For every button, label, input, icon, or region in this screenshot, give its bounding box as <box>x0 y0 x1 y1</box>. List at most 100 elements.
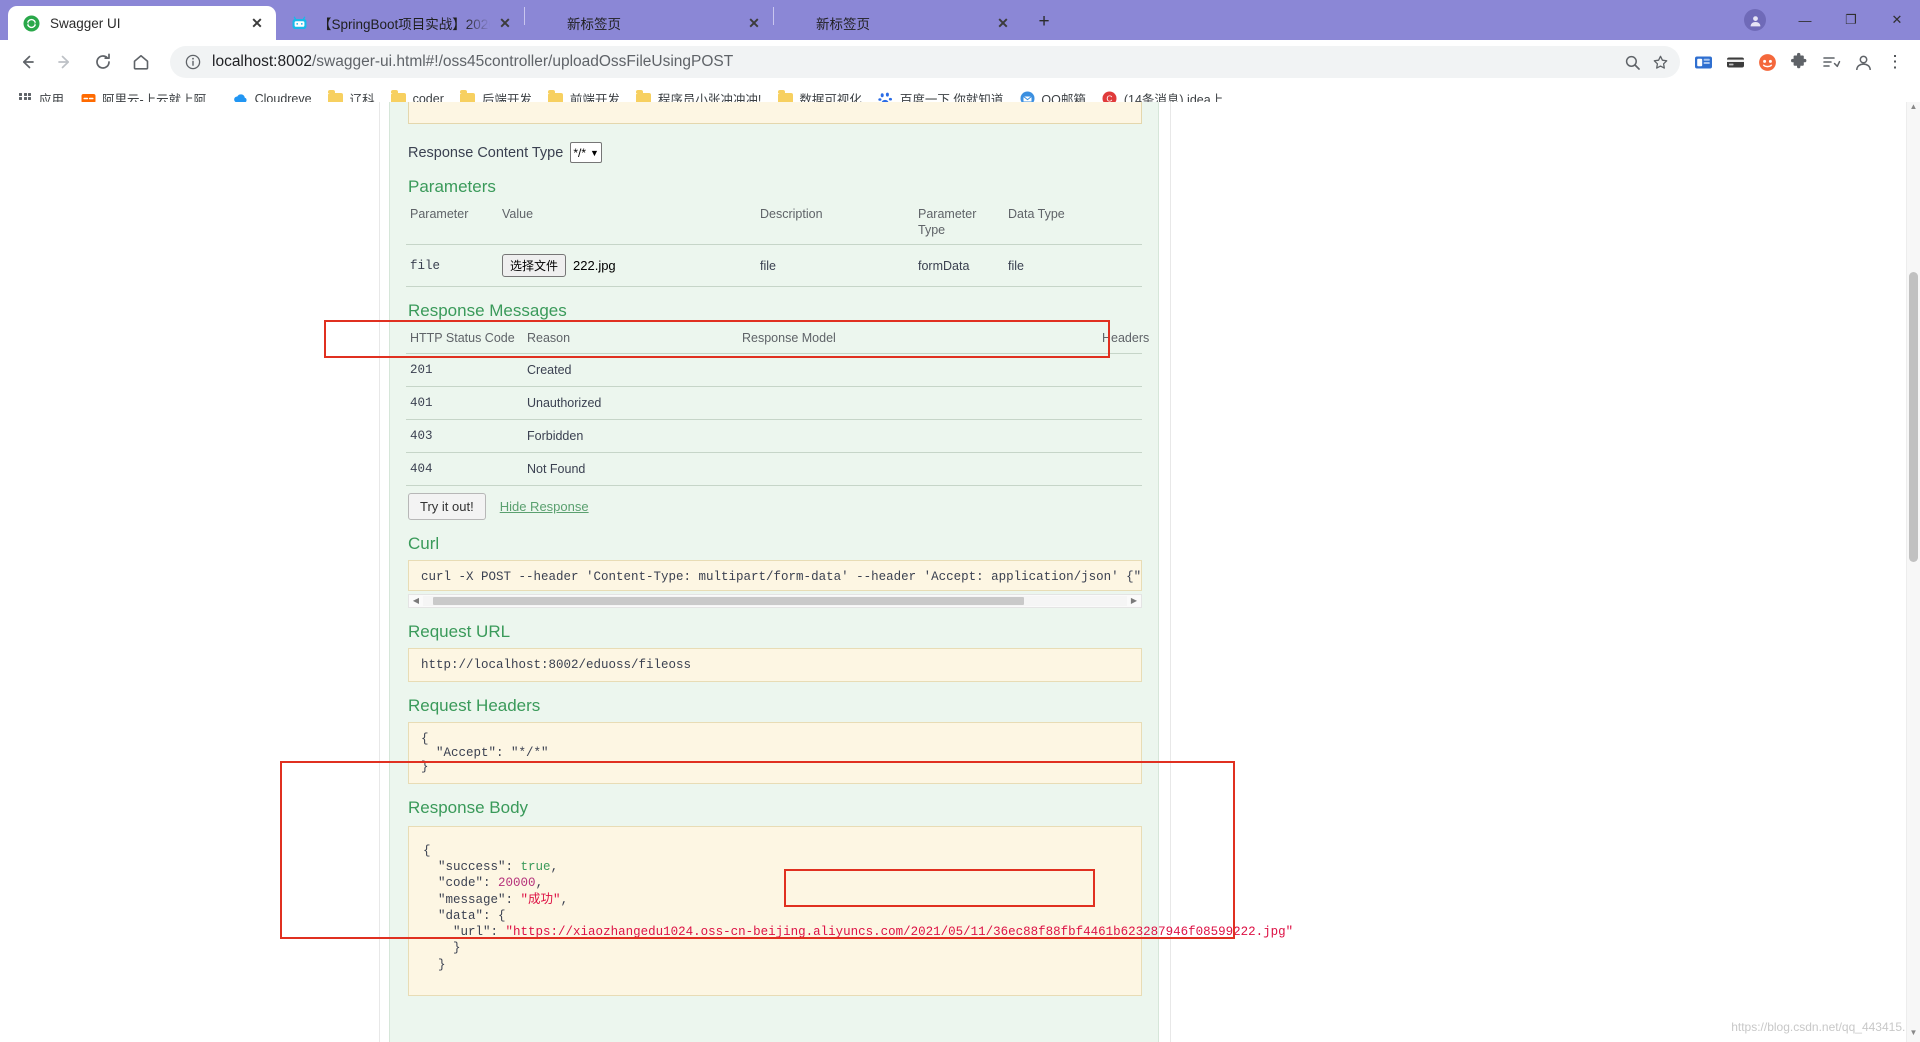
col-headers: Headers <box>1098 327 1149 354</box>
extension-orange-icon[interactable] <box>1752 47 1782 77</box>
swagger-operation-panel: Response Content Type */* ▼ Parameters P… <box>389 102 1293 1042</box>
curl-title: Curl <box>408 533 440 553</box>
param-value-cell: 选择文件 222.jpg <box>498 244 756 288</box>
table-row: file 选择文件 222.jpg file formData file <box>406 244 1142 288</box>
window-close-button[interactable]: ✕ <box>1874 0 1920 40</box>
curl-command: curl -X POST --header 'Content-Type: mul… <box>408 559 1142 591</box>
json-comma: , <box>560 892 569 907</box>
json-sep: : <box>483 876 499 891</box>
response-content-type-value: */* <box>573 145 586 160</box>
status-headers <box>1098 419 1142 453</box>
status-headers <box>1098 452 1142 486</box>
watermark-text: https://blog.csdn.net/qq_443415... <box>1731 1020 1912 1034</box>
json-sep: : <box>505 860 521 875</box>
status-code: 201 <box>406 353 523 387</box>
address-bar[interactable]: localhost:8002/swagger-ui.html#!/oss45co… <box>170 46 1680 78</box>
extension-bluebook-icon[interactable] <box>1688 47 1718 77</box>
status-headers <box>1098 353 1142 387</box>
col-http-status-code: HTTP Status Code <box>406 327 523 354</box>
status-model <box>738 419 1098 453</box>
json-sep: : <box>483 908 499 923</box>
tab-springboot[interactable]: 【SpringBoot项目实战】2020最 ✕ <box>276 6 524 40</box>
extensions-puzzle-icon[interactable] <box>1784 47 1814 77</box>
try-it-out-button[interactable]: Try it out! <box>408 492 486 520</box>
close-icon[interactable]: ✕ <box>248 14 266 32</box>
json-value-success: true <box>520 860 551 875</box>
bookmark-star-icon[interactable] <box>1646 48 1674 76</box>
table-row: 403 Forbidden <box>406 419 1142 453</box>
hide-response-link[interactable]: Hide Response <box>500 499 589 514</box>
tab-title: 新标签页 <box>567 17 621 32</box>
close-icon[interactable]: ✕ <box>994 14 1012 32</box>
status-model <box>738 353 1098 387</box>
zoom-icon[interactable] <box>1618 48 1646 76</box>
scroll-up-arrow-icon[interactable]: ▲ <box>1907 102 1920 116</box>
home-icon[interactable] <box>124 45 158 79</box>
status-reason: Created <box>523 353 738 387</box>
request-headers-title: Request Headers <box>408 695 541 715</box>
reading-list-icon[interactable] <box>1816 47 1846 77</box>
maximize-button[interactable]: ❐ <box>1828 0 1874 40</box>
blank-favicon <box>539 14 557 32</box>
scroll-thumb[interactable] <box>433 596 1025 605</box>
response-content-type-label: Response Content Type <box>408 144 564 161</box>
swagger-icon <box>22 14 40 32</box>
json-key-code: "code" <box>438 876 484 891</box>
new-tab-button[interactable]: + <box>1030 8 1058 36</box>
choose-file-button[interactable]: 选择文件 <box>502 254 567 278</box>
scroll-right-arrow-icon[interactable]: ▶ <box>1127 596 1141 605</box>
col-parameter-type: Parameter Type <box>914 203 1004 246</box>
json-close-outer-brace: } <box>438 957 446 972</box>
status-reason: Unauthorized <box>523 386 738 420</box>
page-scroll-thumb[interactable] <box>1909 272 1918 562</box>
close-icon[interactable]: ✕ <box>496 14 514 32</box>
tab-swagger-ui[interactable]: Swagger UI ✕ <box>8 6 276 40</box>
param-data-type: file <box>1004 244 1142 288</box>
extension-card-icon[interactable] <box>1720 47 1750 77</box>
forward-icon[interactable] <box>48 45 82 79</box>
profile-avatar[interactable] <box>1744 9 1766 31</box>
param-type: formData <box>914 244 1004 288</box>
scroll-down-arrow-icon[interactable]: ▼ <box>1907 1028 1920 1042</box>
response-content-type-select[interactable]: */* ▼ <box>570 142 602 163</box>
col-description: Description <box>756 203 914 246</box>
json-value-message: "成功" <box>520 892 561 907</box>
status-reason: Not Found <box>523 452 738 486</box>
status-model <box>738 452 1098 486</box>
url-host: localhost:8002 <box>212 53 312 70</box>
tab-newtab-2[interactable]: 新标签页 ✕ <box>774 6 1022 40</box>
json-value-code: 20000 <box>498 876 536 891</box>
col-parameter: Parameter <box>406 203 498 246</box>
response-messages-header-row: HTTP Status Code Reason Response Model H… <box>406 327 1149 354</box>
response-body-title: Response Body <box>408 797 529 817</box>
status-headers <box>1098 386 1142 420</box>
response-messages-table: HTTP Status Code Reason Response Model H… <box>406 327 1149 486</box>
page-scrollbar[interactable]: ▲ ▼ <box>1906 102 1920 1042</box>
reload-icon[interactable] <box>86 45 120 79</box>
json-comma: , <box>535 876 544 891</box>
curl-horizontal-scrollbar[interactable]: ◀ ▶ <box>408 593 1142 608</box>
response-messages-title: Response Messages <box>408 301 567 321</box>
tab-newtab-1[interactable]: 新标签页 ✕ <box>525 6 773 40</box>
tab-strip: Swagger UI ✕ 【SpringBoot项目实战】2020最 ✕ 新标签… <box>0 0 1920 40</box>
profile-icon[interactable] <box>1848 47 1878 77</box>
request-url-title: Request URL <box>408 621 511 641</box>
scroll-left-arrow-icon[interactable]: ◀ <box>409 596 423 605</box>
file-upload-input[interactable]: 选择文件 222.jpg <box>502 254 616 278</box>
parameters-header-row: Parameter Value Description Parameter Ty… <box>406 203 1142 246</box>
chevron-down-icon: ▼ <box>590 147 599 158</box>
back-icon[interactable] <box>10 45 44 79</box>
response-body-json: { "success": true, "code": 20000, "messa… <box>408 825 1293 996</box>
model-schema-textarea[interactable] <box>408 102 1142 124</box>
site-info-icon[interactable] <box>184 53 202 71</box>
browser-menu-icon[interactable]: ⋮ <box>1880 47 1910 77</box>
json-close-inner-brace: } <box>453 941 461 956</box>
minimize-button[interactable]: — <box>1782 0 1828 40</box>
scroll-track[interactable] <box>423 595 1127 606</box>
json-value-url-prefix: "https://xiaozhangedu1024.oss-cn-beijing… <box>505 925 904 940</box>
content-right-border <box>1170 102 1171 1042</box>
col-data-type: Data Type <box>1004 203 1142 246</box>
status-model <box>738 386 1098 420</box>
json-sep: : <box>505 892 521 907</box>
close-icon[interactable]: ✕ <box>745 14 763 32</box>
